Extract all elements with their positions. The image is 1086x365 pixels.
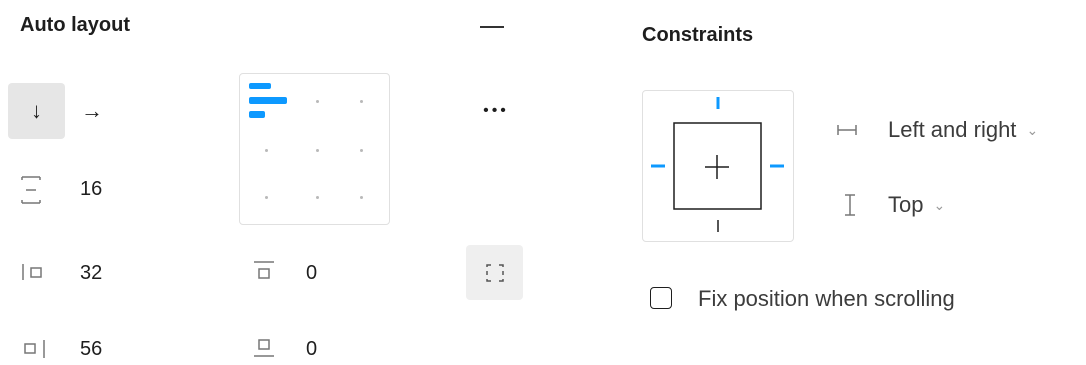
fix-position-label: Fix position when scrolling bbox=[698, 286, 955, 311]
chevron-down-icon: ⌄ bbox=[1026, 121, 1039, 138]
vertical-constraint-value: Top bbox=[888, 192, 924, 217]
padding-left-icon bbox=[22, 262, 46, 282]
horizontal-constraint-icon bbox=[836, 121, 858, 139]
independent-padding-icon bbox=[485, 263, 504, 282]
auto-layout-title: Auto layout bbox=[20, 14, 130, 36]
minus-icon bbox=[480, 26, 504, 28]
more-options-button[interactable]: ••• bbox=[466, 96, 526, 126]
alignment-dot[interactable] bbox=[360, 149, 363, 152]
constraints-widget[interactable] bbox=[642, 90, 794, 242]
padding-bottom-icon bbox=[252, 336, 276, 360]
chevron-down-icon: ⌄ bbox=[933, 196, 946, 213]
padding-left-value[interactable]: 32 bbox=[80, 262, 102, 285]
remove-auto-layout-button[interactable] bbox=[476, 14, 508, 42]
alignment-dot[interactable] bbox=[316, 100, 319, 103]
fix-position-checkbox[interactable] bbox=[650, 287, 672, 309]
padding-right-value[interactable]: 56 bbox=[80, 338, 102, 361]
alignment-grid[interactable] bbox=[239, 73, 390, 225]
alignment-dot[interactable] bbox=[265, 196, 268, 199]
constraints-diagram bbox=[651, 97, 784, 232]
spacing-between-icon bbox=[20, 175, 42, 205]
spacing-between-value[interactable]: 16 bbox=[80, 178, 102, 201]
alignment-dot[interactable] bbox=[316, 149, 319, 152]
alignment-dot[interactable] bbox=[316, 196, 319, 199]
padding-top-value[interactable]: 0 bbox=[306, 262, 317, 285]
independent-padding-button[interactable] bbox=[466, 245, 523, 300]
horizontal-constraint-value: Left and right bbox=[888, 117, 1017, 142]
alignment-dot[interactable] bbox=[265, 149, 268, 152]
padding-top-icon bbox=[252, 260, 276, 282]
vertical-constraint-dropdown[interactable]: Top ⌄ bbox=[888, 192, 945, 218]
vertical-constraint-icon bbox=[842, 193, 858, 217]
alignment-dot[interactable] bbox=[360, 100, 363, 103]
horizontal-constraint-dropdown[interactable]: Left and right ⌄ bbox=[888, 117, 1038, 143]
padding-right-icon bbox=[22, 338, 46, 360]
constraints-title: Constraints bbox=[642, 24, 754, 46]
alignment-dot[interactable] bbox=[360, 196, 363, 199]
alignment-bar-top bbox=[249, 83, 271, 89]
more-icon: ••• bbox=[483, 102, 509, 119]
arrow-right-icon: → bbox=[81, 98, 103, 123]
alignment-bar-bottom bbox=[249, 111, 265, 118]
arrow-down-icon: ↓ bbox=[31, 98, 42, 123]
direction-vertical-button[interactable]: ↓ bbox=[8, 83, 65, 139]
padding-bottom-value[interactable]: 0 bbox=[306, 338, 317, 361]
direction-horizontal-button[interactable]: → bbox=[72, 83, 112, 139]
alignment-bar-middle bbox=[249, 97, 287, 104]
